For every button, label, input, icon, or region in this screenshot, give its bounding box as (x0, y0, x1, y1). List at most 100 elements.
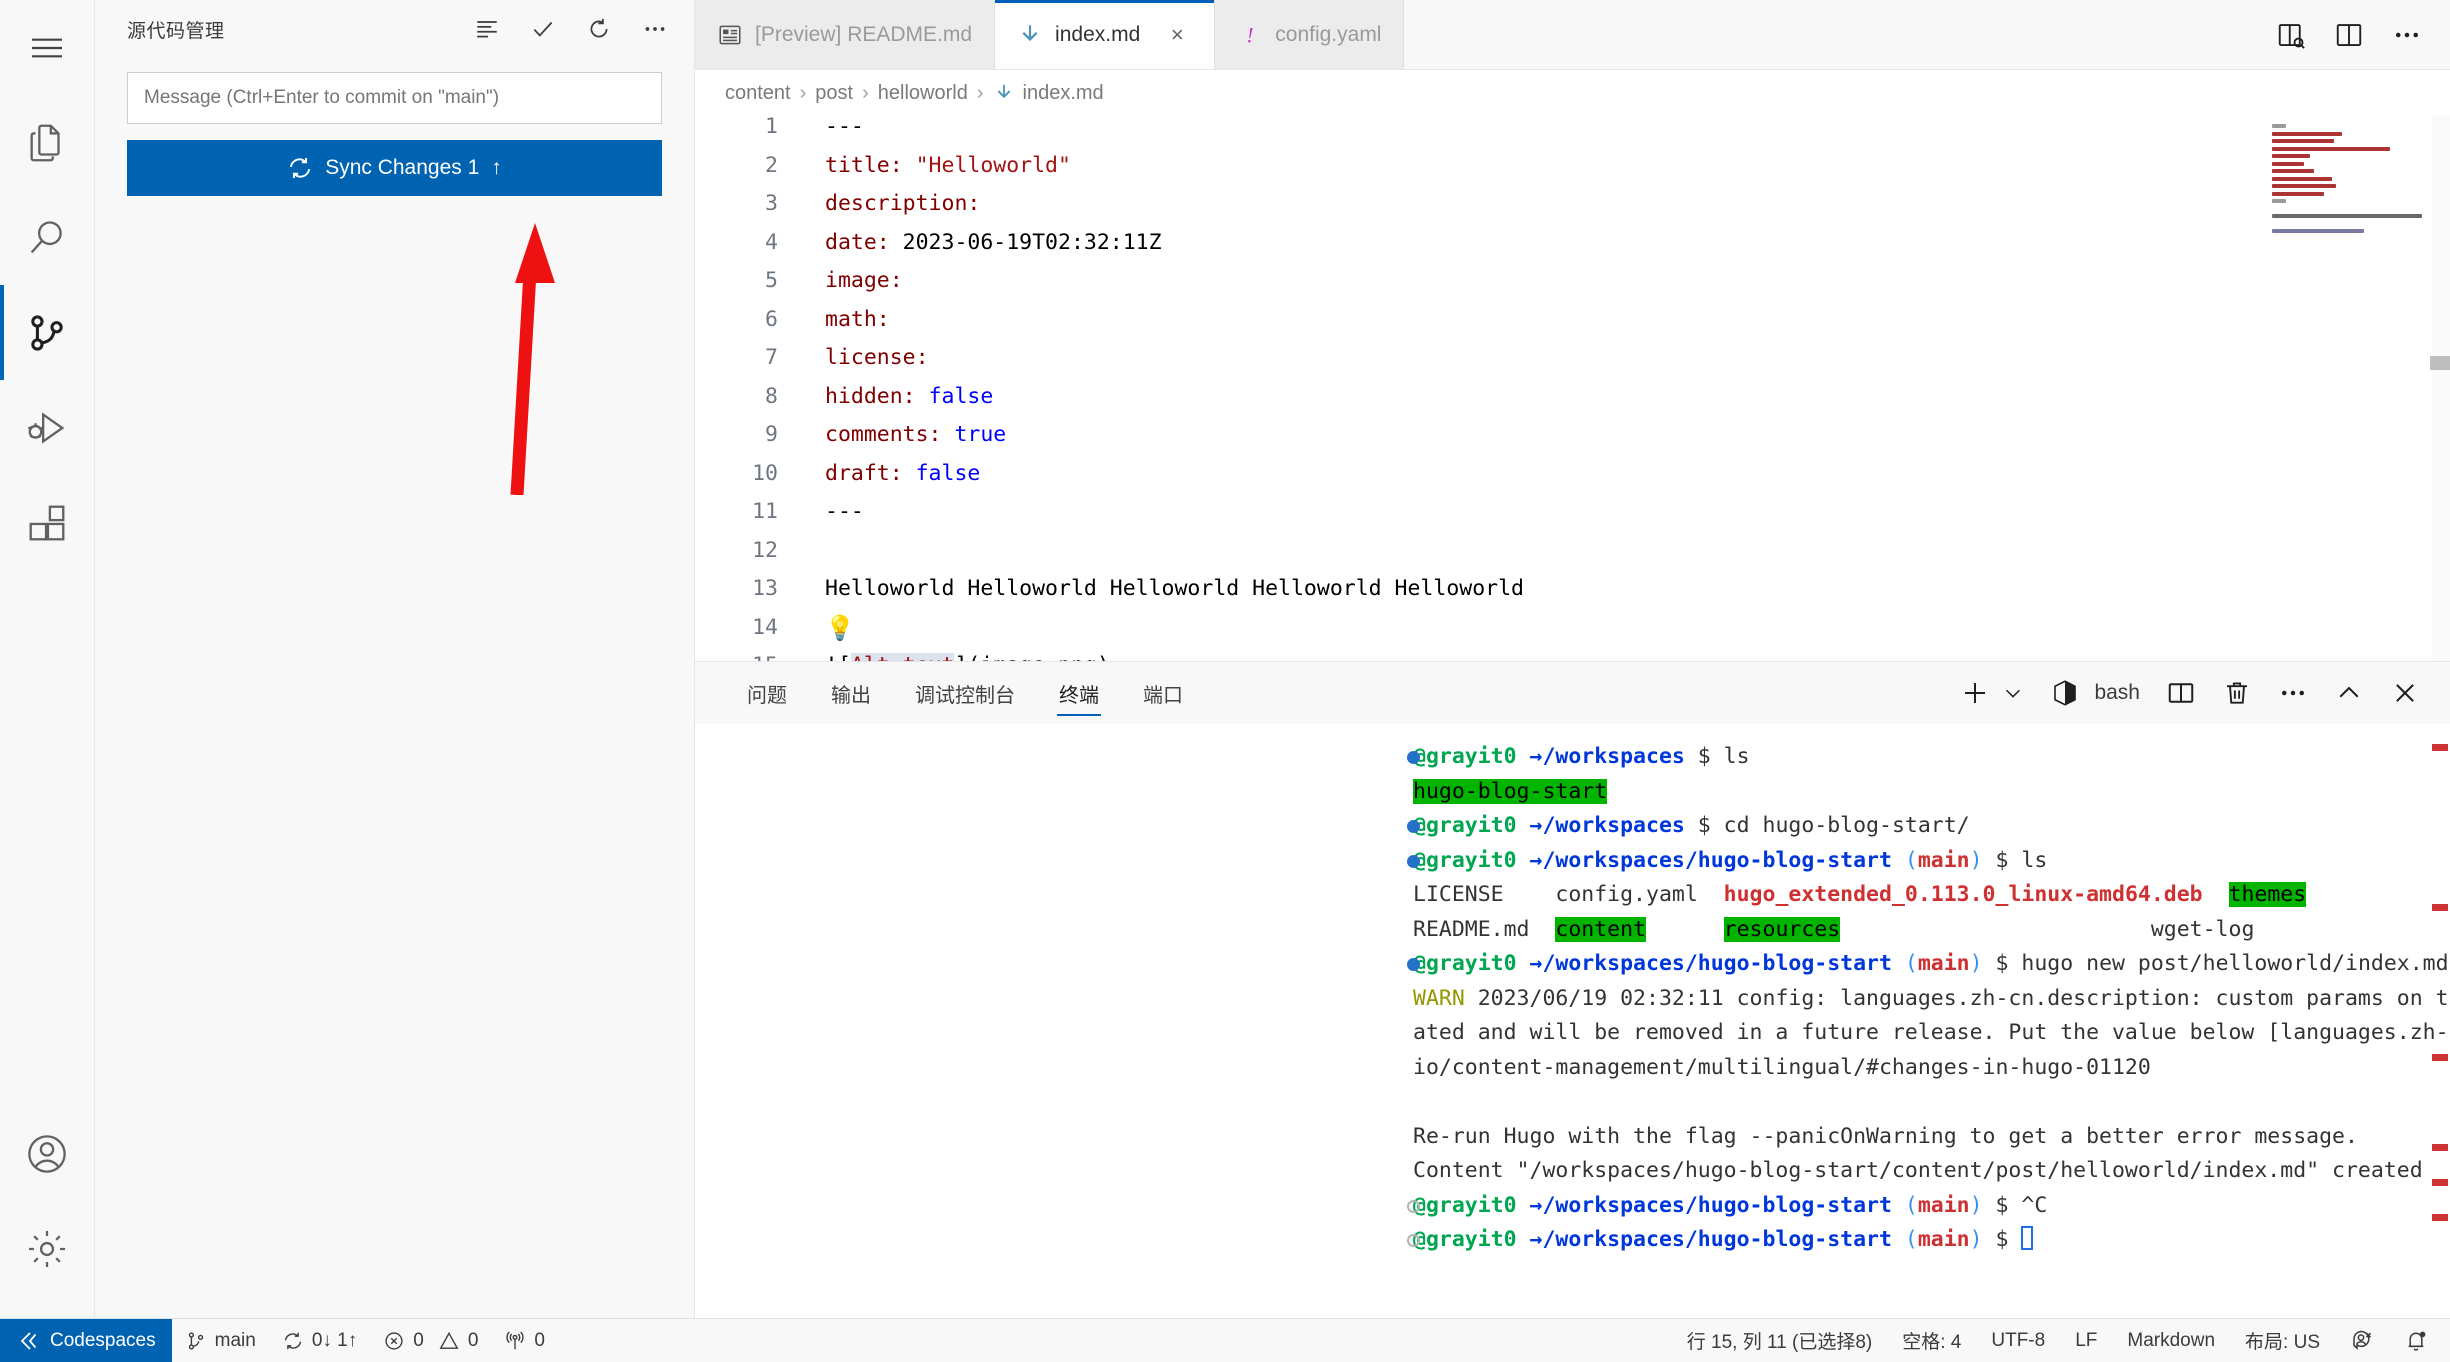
breadcrumb-item-post[interactable]: post (815, 82, 853, 105)
code-line: 2title: "Helloworld" (695, 147, 2450, 186)
status-notifications[interactable] (2389, 1319, 2450, 1362)
code-line: 12 (695, 532, 2450, 571)
explorer-icon[interactable] (0, 95, 95, 190)
commit-check-icon[interactable] (530, 16, 556, 42)
command-decoration-icon[interactable] (1407, 751, 1420, 764)
vscode-window: 源代码管理 (0, 0, 2450, 1362)
breadcrumb-item-content[interactable]: content (725, 82, 791, 105)
terminal-token: → (1530, 813, 1543, 838)
settings-gear-icon[interactable] (0, 1201, 95, 1296)
status-branch[interactable]: main (172, 1319, 269, 1362)
terminal-token: hugo-blog-start (1413, 779, 1607, 804)
panel-tab-active[interactable]: 终端 (1037, 662, 1121, 724)
bash-shell-icon[interactable]: $ (2050, 678, 2080, 708)
status-sync[interactable]: 0↓ 1↑ (269, 1319, 370, 1362)
sync-changes-button[interactable]: Sync Changes 1 ↑ (127, 140, 662, 196)
terminal-token: → (1530, 1193, 1543, 1218)
refresh-icon[interactable] (586, 16, 612, 42)
status-keyboard-layout[interactable]: 布局: US (2230, 1319, 2335, 1362)
command-decoration-icon[interactable] (1407, 958, 1420, 971)
code-token: 💡 (825, 614, 855, 642)
commit-message-input[interactable] (127, 72, 662, 124)
terminal-token: $ ls (1685, 744, 1750, 769)
breadcrumb-separator: › (800, 82, 807, 105)
line-content: title: "Helloworld" (800, 147, 2450, 186)
source-control-icon[interactable] (0, 285, 95, 380)
terminal-output[interactable]: @grayit0 →/workspaces $ ls hugo-blog-star… (695, 724, 2450, 1318)
breadcrumb-item-index-md[interactable]: index.md (993, 82, 1104, 105)
terminal-token (2203, 882, 2229, 907)
breadcrumb-file-label: index.md (1023, 82, 1104, 105)
close-panel-icon[interactable] (2390, 678, 2420, 708)
status-encoding[interactable]: UTF-8 (1976, 1319, 2060, 1362)
maximize-panel-icon[interactable] (2334, 678, 2364, 708)
account-icon[interactable] (0, 1106, 95, 1201)
terminal-token: ) (1970, 1227, 1983, 1252)
code-line: 1--- (695, 116, 2450, 147)
status-ports[interactable]: 0 (491, 1319, 558, 1362)
menu-icon[interactable] (0, 0, 95, 95)
code-line: 11--- (695, 493, 2450, 532)
command-decoration-icon[interactable] (1407, 1200, 1420, 1213)
command-decoration-icon[interactable] (1407, 1234, 1420, 1247)
status-language-mode[interactable]: Markdown (2112, 1319, 2230, 1362)
search-icon[interactable] (0, 190, 95, 285)
status-remote-codespaces[interactable]: Codespaces (0, 1319, 172, 1362)
run-debug-icon[interactable] (0, 380, 95, 475)
chevron-down-icon[interactable] (2002, 682, 2024, 704)
line-number: 10 (695, 455, 800, 494)
terminal-line: Re-run Hugo with the flag --panicOnWarni… (695, 1120, 2450, 1155)
terminal-token: /workspaces/hugo-blog-start (1542, 951, 1892, 976)
tab-config-yaml[interactable]: ! config.yaml (1215, 0, 1404, 69)
terminal-line: @grayit0 →/workspaces $ ls (695, 740, 2450, 775)
panel-tab-item[interactable]: 调试控制台 (893, 662, 1037, 724)
more-editor-actions-icon[interactable] (2392, 20, 2422, 50)
code-editor[interactable]: 1---2title: "Helloworld"3description:4da… (695, 116, 2450, 661)
status-problems[interactable]: 0 0 (370, 1319, 491, 1362)
status-cursor-position[interactable]: 行 15, 列 11 (已选择8) (1672, 1319, 1887, 1362)
panel-tab-label: 端口 (1143, 679, 1183, 708)
panel-more-icon[interactable] (2278, 678, 2308, 708)
terminal-token: content (1555, 917, 1646, 942)
terminal-token: @grayit0 (1413, 1193, 1530, 1218)
line-content: Helloworld Helloworld Helloworld Hellowo… (800, 570, 2450, 609)
breadcrumb-item-helloworld[interactable]: helloworld (878, 82, 968, 105)
split-terminal-icon[interactable] (2166, 678, 2196, 708)
kill-terminal-icon[interactable] (2222, 678, 2252, 708)
split-editor-icon[interactable] (2334, 20, 2364, 50)
terminal-line: @grayit0 →/workspaces/hugo-blog-start (m… (695, 947, 2450, 982)
panel-tab-item[interactable]: 问题 (725, 662, 809, 724)
status-eol[interactable]: LF (2060, 1319, 2112, 1362)
extensions-icon[interactable] (0, 475, 95, 570)
terminal-token: → (1530, 848, 1543, 873)
view-as-list-icon[interactable] (474, 16, 500, 42)
open-preview-to-side-icon[interactable] (2276, 20, 2306, 50)
command-decoration-icon[interactable] (1407, 820, 1420, 833)
tab-index-md[interactable]: index.md × (995, 0, 1215, 69)
tab-preview-readme[interactable]: [Preview] README.md (695, 0, 995, 69)
status-branch-label: main (215, 1330, 256, 1352)
terminal-token: ( (1892, 1227, 1918, 1252)
new-terminal-icon[interactable] (1960, 678, 1990, 708)
terminal-line: @grayit0 →/workspaces/hugo-blog-start (m… (695, 1223, 2450, 1258)
status-feedback[interactable] (2335, 1319, 2389, 1362)
status-indentation[interactable]: 空格: 4 (1887, 1319, 1976, 1362)
code-line: 14💡 (695, 609, 2450, 648)
workbench-body: 源代码管理 (0, 0, 2450, 1318)
more-actions-icon[interactable] (642, 16, 668, 42)
line-content: draft: false (800, 455, 2450, 494)
command-decoration-icon[interactable] (1407, 855, 1420, 868)
terminal-token: main (1918, 1227, 1970, 1252)
panel-tab-item[interactable]: 输出 (809, 662, 893, 724)
line-content: date: 2023-06-19T02:32:11Z (800, 224, 2450, 263)
panel-tab-item[interactable]: 端口 (1121, 662, 1205, 724)
tab-label: config.yaml (1275, 23, 1381, 47)
terminal-token: ated and will be removed in a future rel… (1413, 1020, 2450, 1045)
editor-scrollbar-thumb[interactable] (2430, 356, 2450, 370)
breadcrumb-separator: › (862, 82, 869, 105)
code-token: false (929, 384, 994, 409)
tab-close-icon[interactable]: × (1162, 20, 1192, 50)
code-token: false (916, 461, 981, 486)
code-token: draft: (825, 461, 916, 486)
editor-overview-ruler[interactable] (2432, 116, 2450, 661)
